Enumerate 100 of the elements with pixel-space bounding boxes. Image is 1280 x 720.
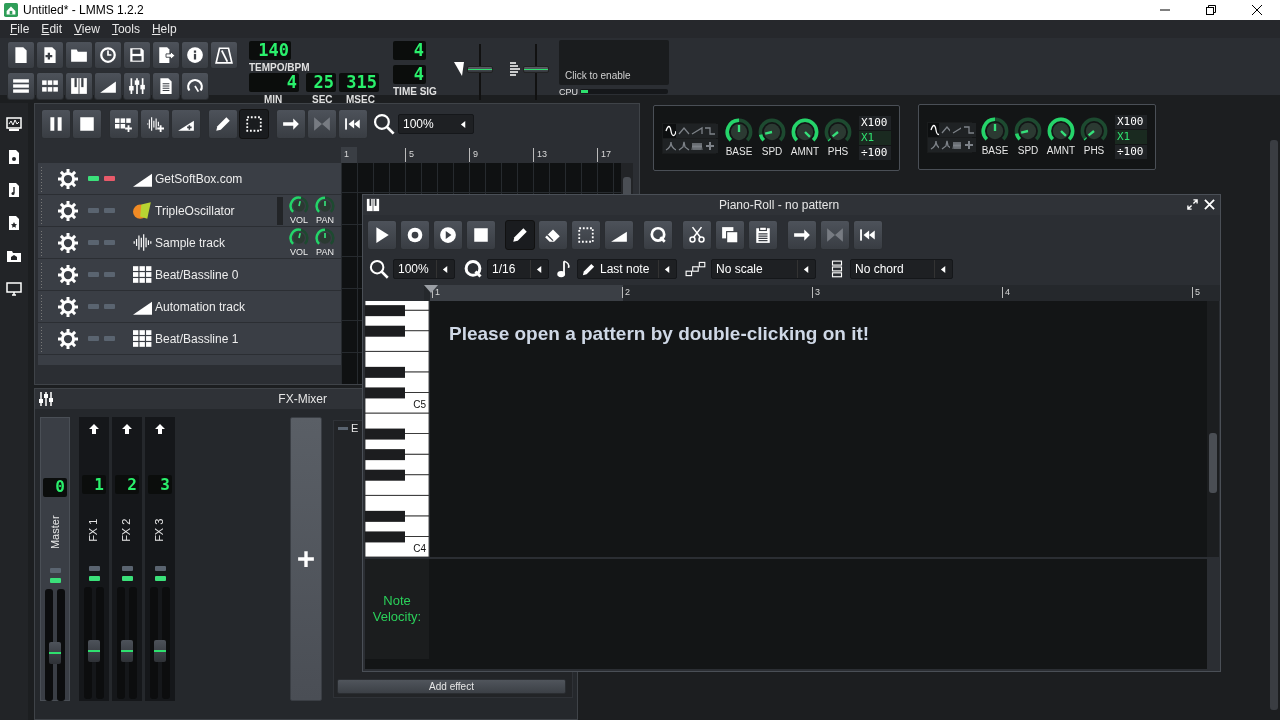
new-file-plus-button[interactable] xyxy=(36,41,64,69)
dropdown[interactable]: 100% xyxy=(393,259,455,279)
menu-item[interactable]: File xyxy=(4,20,36,38)
note-grid[interactable]: Please open a pattern by double-clicking on it! xyxy=(430,301,1207,557)
menu-item[interactable]: View xyxy=(68,20,106,38)
mute-led[interactable] xyxy=(121,576,133,581)
collapse-indicator[interactable] xyxy=(338,426,348,430)
add-effect-button[interactable]: Add effect xyxy=(337,679,566,694)
fader-thumb[interactable] xyxy=(49,642,61,665)
clipboard-button[interactable] xyxy=(748,220,778,250)
piano-keys-drawing[interactable] xyxy=(365,301,429,557)
dropdown[interactable]: 1/16 xyxy=(487,259,549,279)
add-grid-button[interactable] xyxy=(109,109,139,139)
scissors-button[interactable] xyxy=(682,220,712,250)
dropdown[interactable]: Last note xyxy=(577,259,677,279)
mute-led[interactable] xyxy=(88,576,100,581)
right-arrow-button[interactable] xyxy=(276,109,306,139)
dotted-selection-button[interactable] xyxy=(239,109,269,139)
menu-item[interactable]: Help xyxy=(145,20,183,38)
info-button[interactable] xyxy=(181,41,209,69)
menu-item[interactable]: Edit xyxy=(35,20,69,38)
track-row[interactable]: GetSoftBox.com xyxy=(38,163,341,194)
multiplier-button[interactable]: X1 xyxy=(1115,130,1147,144)
folder-button[interactable] xyxy=(65,41,93,69)
send-arrow-icon[interactable] xyxy=(154,423,166,435)
solo-led[interactable] xyxy=(121,566,133,571)
vertical-slider[interactable] xyxy=(467,44,493,100)
gear-icon[interactable] xyxy=(58,232,78,253)
mixer-sliders-button[interactable] xyxy=(123,72,151,100)
rewind-button[interactable] xyxy=(338,109,368,139)
track-row[interactable]: Beat/Bassline 1 xyxy=(38,323,341,354)
ramp-button[interactable] xyxy=(604,220,634,250)
grid-button[interactable] xyxy=(36,72,64,100)
close-button[interactable] xyxy=(1203,198,1216,211)
gear-icon[interactable] xyxy=(58,296,78,317)
zoom-dropdown[interactable]: 100% xyxy=(398,114,474,134)
gear-icon[interactable] xyxy=(58,200,78,221)
scrollbar[interactable] xyxy=(1207,301,1219,557)
ramp-button[interactable] xyxy=(94,72,122,100)
track-row[interactable]: Sample track VOL PAN xyxy=(38,227,341,258)
mixer-channel[interactable]: 1 FX 1 xyxy=(79,417,109,701)
floppy-disk-button[interactable] xyxy=(123,41,151,69)
gear-icon[interactable] xyxy=(58,328,78,349)
right-arrow-button[interactable] xyxy=(787,220,817,250)
stop-button[interactable] xyxy=(466,220,496,250)
mute-led[interactable] xyxy=(49,578,61,584)
cpu-graph[interactable]: Click to enable xyxy=(559,40,669,85)
fader-thumb[interactable] xyxy=(88,640,100,662)
multiplier-button[interactable]: ÷100 xyxy=(859,146,891,160)
gear-icon[interactable] xyxy=(58,168,78,189)
record-button[interactable] xyxy=(400,220,430,250)
waveform-screen-button[interactable] xyxy=(5,115,23,133)
mute-led[interactable] xyxy=(154,576,166,581)
mixer-channel[interactable]: 3 FX 3 xyxy=(145,417,175,701)
send-arrow-icon[interactable] xyxy=(121,423,133,435)
dotted-selection-button[interactable] xyxy=(571,220,601,250)
record-play-button[interactable] xyxy=(433,220,463,250)
pause-button[interactable] xyxy=(41,109,71,139)
solo-led[interactable] xyxy=(154,566,166,571)
copy-button[interactable] xyxy=(715,220,745,250)
pencil-button[interactable] xyxy=(505,220,535,250)
solo-led[interactable] xyxy=(88,566,100,571)
dropdown[interactable]: No scale xyxy=(711,259,816,279)
track-row[interactable]: Automation track xyxy=(38,291,341,322)
rewind-button[interactable] xyxy=(853,220,883,250)
multiplier-button[interactable]: X100 xyxy=(859,116,891,130)
dropdown[interactable]: No chord xyxy=(850,259,953,279)
fader-thumb[interactable] xyxy=(154,640,166,662)
metronome-button[interactable] xyxy=(210,41,238,69)
song-editor-button[interactable] xyxy=(7,72,35,100)
track-row[interactable]: Beat/Bassline 0 xyxy=(38,259,341,290)
dial-button[interactable] xyxy=(181,72,209,100)
track-row[interactable]: TripleOscillator VOL PAN xyxy=(38,195,341,226)
add-ramp-button[interactable] xyxy=(171,109,201,139)
multiplier-button[interactable]: ÷100 xyxy=(1115,145,1147,159)
vertical-slider[interactable] xyxy=(523,44,549,100)
monitor-button[interactable] xyxy=(5,280,23,298)
pencil-button[interactable] xyxy=(208,109,238,139)
multiplier-button[interactable]: X100 xyxy=(1115,115,1147,129)
timeline-ruler[interactable]: 1 2 3 4 5 xyxy=(424,285,1220,301)
play-button[interactable] xyxy=(367,220,397,250)
stop-button[interactable] xyxy=(72,109,102,139)
clock-button[interactable] xyxy=(94,41,122,69)
fader-thumb[interactable] xyxy=(121,640,133,662)
mixer-channel[interactable]: 0 Master xyxy=(40,417,70,701)
slider-thumb[interactable] xyxy=(467,66,493,74)
piano-keys-button[interactable] xyxy=(65,72,93,100)
send-arrow-icon[interactable] xyxy=(88,423,100,435)
new-file-button[interactable] xyxy=(7,41,35,69)
add-waveform-button[interactable] xyxy=(140,109,170,139)
slider-thumb[interactable] xyxy=(523,66,549,74)
mixer-channel[interactable]: 2 FX 2 xyxy=(112,417,142,701)
gear-icon[interactable] xyxy=(58,264,78,285)
export-file-button[interactable] xyxy=(152,41,180,69)
menu-item[interactable]: Tools xyxy=(105,20,146,38)
eraser-button[interactable] xyxy=(538,220,568,250)
maximize-button[interactable] xyxy=(1186,198,1199,211)
multiplier-button[interactable]: X1 xyxy=(859,131,891,145)
q-circle-button[interactable] xyxy=(643,220,673,250)
document-lines-button[interactable] xyxy=(152,72,180,100)
